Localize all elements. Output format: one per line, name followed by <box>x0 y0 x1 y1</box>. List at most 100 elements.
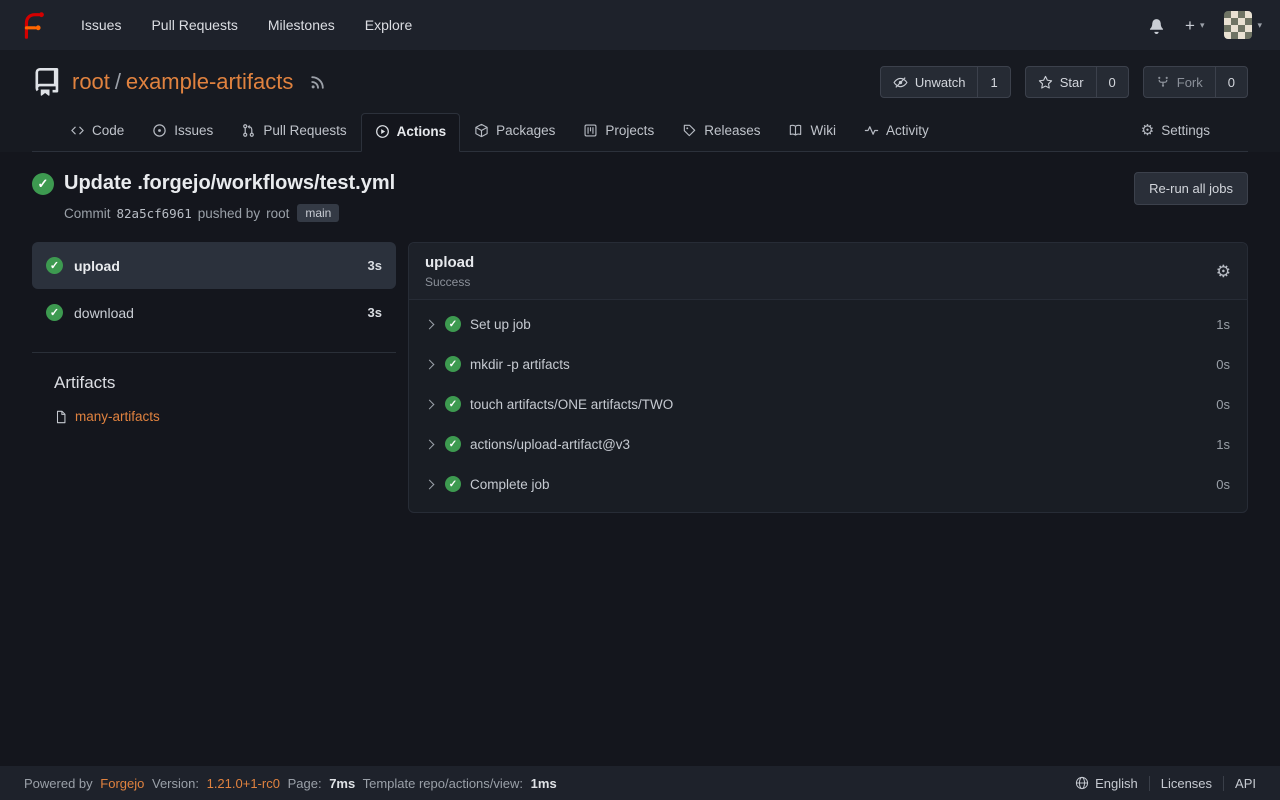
star-button-group: Star 0 <box>1025 66 1129 98</box>
language-selector[interactable]: English <box>1064 776 1149 791</box>
rerun-all-jobs-button[interactable]: Re-run all jobs <box>1134 172 1248 205</box>
avatar <box>1224 11 1252 39</box>
tab-wiki[interactable]: Wiki <box>774 112 850 151</box>
step-duration: 0s <box>1216 397 1230 412</box>
pull-request-icon <box>241 123 256 138</box>
job-detail-panel: upload Success ⚙ ✓ Set up job 1s ✓ mkdir… <box>408 242 1248 513</box>
branch-badge[interactable]: main <box>297 204 339 222</box>
job-detail-header: upload Success ⚙ <box>409 243 1247 300</box>
actions-run-view: ✓ Update .forgejo/workflows/test.yml Com… <box>0 152 1280 766</box>
api-link[interactable]: API <box>1223 776 1256 791</box>
tab-settings[interactable]: ⚙ Settings <box>1127 112 1224 151</box>
unwatch-button[interactable]: Unwatch <box>881 67 978 97</box>
commit-author-link[interactable]: root <box>266 206 289 221</box>
job-detail-title: upload <box>425 254 474 271</box>
step-duration: 0s <box>1216 477 1230 492</box>
fork-button[interactable]: Fork <box>1144 67 1215 97</box>
rss-icon[interactable] <box>309 74 326 91</box>
step-row-complete[interactable]: ✓ Complete job 0s <box>409 464 1247 504</box>
artifact-name: many-artifacts <box>75 409 160 424</box>
top-navbar: Issues Pull Requests Milestones Explore … <box>0 0 1280 50</box>
nav-pull-requests[interactable]: Pull Requests <box>138 9 250 41</box>
tab-label: Projects <box>605 123 654 138</box>
version-label: Version: <box>152 776 199 791</box>
pushed-by-label: pushed by <box>198 206 260 221</box>
watch-button-group: Unwatch 1 <box>880 66 1011 98</box>
nav-issues[interactable]: Issues <box>68 9 134 41</box>
tab-actions[interactable]: Actions <box>361 113 461 152</box>
tab-packages[interactable]: Packages <box>460 112 569 151</box>
code-icon <box>70 123 85 138</box>
forgejo-link[interactable]: Forgejo <box>100 776 144 791</box>
job-item-download[interactable]: ✓ download 3s <box>32 289 396 336</box>
create-new-button[interactable]: + ▾ <box>1185 17 1204 34</box>
step-row-touch[interactable]: ✓ touch artifacts/ONE artifacts/TWO 0s <box>409 384 1247 424</box>
chevron-down-icon: ▾ <box>1257 20 1262 31</box>
job-duration: 3s <box>368 305 382 320</box>
repo-header: root / example-artifacts Unwatch 1 Star … <box>0 50 1280 152</box>
step-name: Complete job <box>470 477 550 492</box>
repo-owner-link[interactable]: root <box>72 69 110 94</box>
jobs-sidebar: ✓ upload 3s ✓ download 3s Artifacts many… <box>32 242 396 424</box>
steps-list: ✓ Set up job 1s ✓ mkdir -p artifacts 0s … <box>409 300 1247 512</box>
tab-projects[interactable]: Projects <box>569 112 668 151</box>
tab-label: Activity <box>886 123 929 138</box>
job-status-text: Success <box>425 275 474 289</box>
star-icon <box>1038 75 1053 90</box>
tab-label: Settings <box>1161 123 1210 138</box>
repo-separator: / <box>115 69 121 94</box>
forgejo-logo-icon[interactable] <box>18 10 48 40</box>
book-icon <box>788 123 803 138</box>
licenses-link[interactable]: Licenses <box>1149 776 1223 791</box>
success-check-icon: ✓ <box>46 304 63 321</box>
stars-count[interactable]: 0 <box>1096 67 1128 97</box>
tab-releases[interactable]: Releases <box>668 112 774 151</box>
tab-issues[interactable]: Issues <box>138 112 227 151</box>
fork-icon <box>1156 75 1170 89</box>
page-time-value: 7ms <box>329 776 355 791</box>
job-name: upload <box>74 258 120 274</box>
star-button[interactable]: Star <box>1026 67 1096 97</box>
tab-activity[interactable]: Activity <box>850 112 943 151</box>
project-icon <box>583 123 598 138</box>
file-icon <box>54 410 68 424</box>
powered-by-label: Powered by <box>24 776 93 791</box>
chevron-right-icon <box>425 359 435 369</box>
actions-play-icon <box>375 124 390 139</box>
step-row-setup[interactable]: ✓ Set up job 1s <box>409 304 1247 344</box>
artifacts-heading: Artifacts <box>54 373 396 393</box>
repo-name-link[interactable]: example-artifacts <box>126 69 294 94</box>
nav-milestones[interactable]: Milestones <box>255 9 348 41</box>
chevron-down-icon: ▾ <box>1200 20 1205 31</box>
page-time-label: Page: <box>288 776 322 791</box>
nav-explore[interactable]: Explore <box>352 9 425 41</box>
commit-sha-link[interactable]: 82a5cf6961 <box>117 206 192 221</box>
tab-label: Pull Requests <box>263 123 346 138</box>
fork-label: Fork <box>1177 75 1203 90</box>
forks-count[interactable]: 0 <box>1215 67 1247 97</box>
step-row-mkdir[interactable]: ✓ mkdir -p artifacts 0s <box>409 344 1247 384</box>
success-check-icon: ✓ <box>32 173 54 195</box>
success-check-icon: ✓ <box>445 316 461 332</box>
job-duration: 3s <box>368 258 382 273</box>
plus-icon: + <box>1185 17 1195 34</box>
artifact-link-many-artifacts[interactable]: many-artifacts <box>54 409 396 424</box>
tab-label: Code <box>92 123 124 138</box>
template-time-value: 1ms <box>531 776 557 791</box>
user-menu[interactable]: ▾ <box>1224 11 1262 39</box>
commit-line: Commit 82a5cf6961 pushed by root main <box>64 204 395 222</box>
globe-icon <box>1075 776 1089 790</box>
success-check-icon: ✓ <box>445 436 461 452</box>
job-options-gear-icon[interactable]: ⚙ <box>1216 263 1231 280</box>
tab-code[interactable]: Code <box>56 112 138 151</box>
repo-tabs: Code Issues Pull Requests Actions Packag… <box>32 104 1248 152</box>
notifications-bell-icon[interactable] <box>1148 17 1165 34</box>
watchers-count[interactable]: 1 <box>977 67 1009 97</box>
job-name: download <box>74 305 134 321</box>
job-item-upload[interactable]: ✓ upload 3s <box>32 242 396 289</box>
tab-label: Wiki <box>810 123 836 138</box>
step-row-upload-artifact[interactable]: ✓ actions/upload-artifact@v3 1s <box>409 424 1247 464</box>
tab-label: Issues <box>174 123 213 138</box>
unwatch-label: Unwatch <box>915 75 966 90</box>
tab-pull-requests[interactable]: Pull Requests <box>227 112 360 151</box>
